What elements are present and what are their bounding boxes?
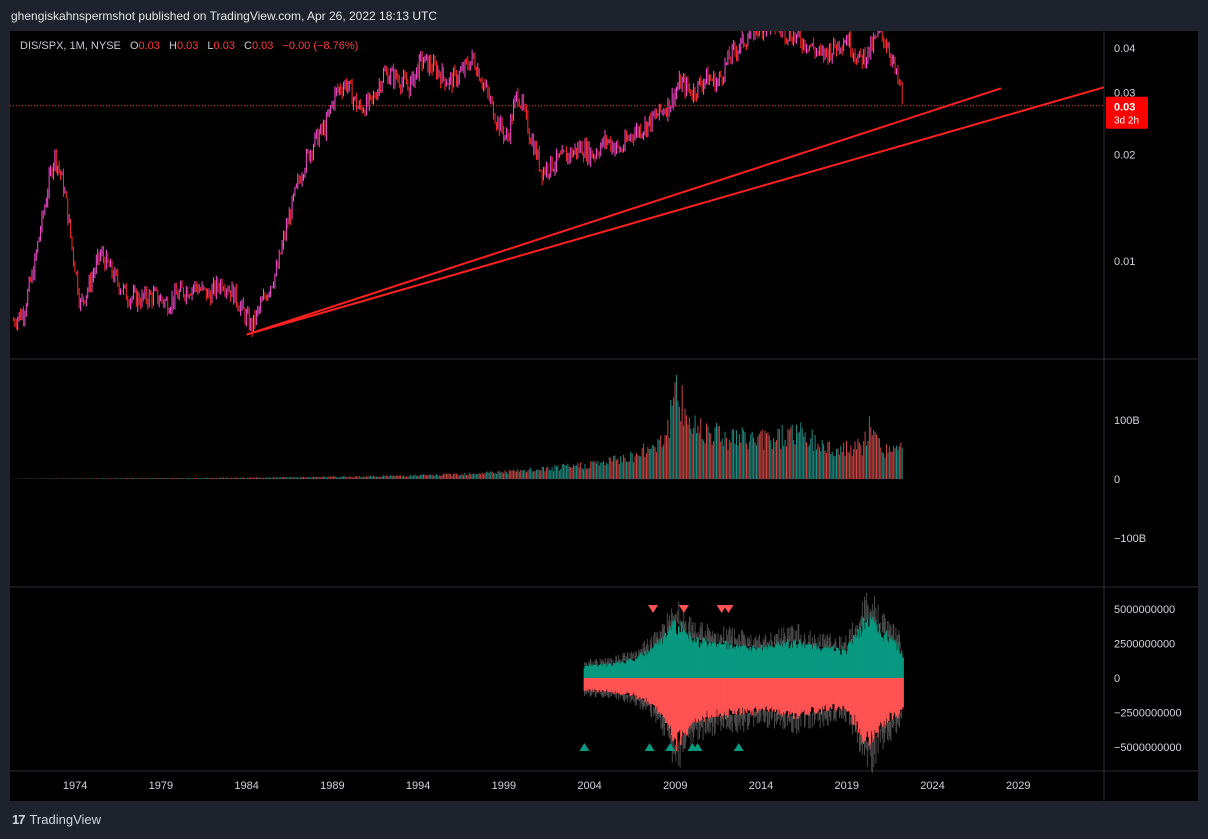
time-tick-label: 2019 [835,780,859,792]
osc-tick-label: −5000000000 [1114,742,1182,754]
chart-canvas[interactable]: 0.04 0.03 0.02 0.01 0.03 3d 2h 100B 0 −100B 50000… [10,31,1198,801]
time-tick-label: 1989 [320,780,344,792]
symbol-legend: DIS/SPX, 1M, NYSE O0.03 H0.03 L0.03 C0.0… [20,40,364,52]
time-tick-label: 1974 [63,780,87,792]
time-tick-label: 2024 [920,780,944,792]
open-label: O [129,40,139,52]
chart-frame[interactable]: 0.04 0.03 0.02 0.01 0.03 3d 2h 100B 0 −100B 50000… [10,31,1198,801]
symbol-label: DIS/SPX, 1M, NYSE [20,40,121,52]
time-tick-label: 1994 [406,780,430,792]
close-value: 0.03 [251,40,274,52]
price-pane[interactable] [10,31,1105,338]
volume-tick-label: 0 [1114,474,1120,486]
buy-signal-marker [579,743,590,751]
open-value: 0.03 [138,40,160,52]
tradingview-logo-icon: 17 [12,812,26,827]
high-label: H [168,40,177,52]
change-value: −0.00 (−8.76%) [282,40,359,52]
brand-name: TradingView [29,812,102,827]
price-tick-label: 0.02 [1114,150,1135,162]
time-tick-label: 1979 [149,780,173,792]
buy-signal-marker [644,743,655,751]
high-value: 0.03 [176,40,199,52]
footer-brand[interactable]: 17 TradingView [12,812,101,827]
osc-tick-label: 5000000000 [1114,604,1175,616]
volume-pane[interactable] [12,374,903,479]
bar-countdown: 3d 2h [1114,116,1139,127]
sell-signal-marker [723,605,734,613]
time-tick-label: 2029 [1006,780,1030,792]
low-label: L [207,40,214,52]
low-value: 0.03 [213,40,235,52]
osc-tick-label: 0 [1114,673,1120,685]
oscillator-pane[interactable] [579,592,904,773]
publisher-line: ghengiskahnspermshot published on Tradin… [11,9,438,23]
close-label: C [244,40,252,52]
last-price-value: 0.03 [1114,102,1135,114]
price-tick-label: 0.04 [1114,43,1135,55]
trendline-1 [246,87,1002,336]
price-tick-label: 0.01 [1114,256,1135,268]
sell-signal-marker [648,605,659,613]
volume-tick-label: 100B [1114,415,1140,427]
volume-tick-label: −100B [1114,533,1146,545]
osc-tick-label: −2500000000 [1114,708,1182,720]
time-tick-label: 2014 [749,780,773,792]
buy-signal-marker [733,743,744,751]
time-tick-label: 2004 [577,780,601,792]
time-tick-label: 1984 [234,780,258,792]
time-tick-label: 1999 [492,780,516,792]
time-tick-label: 2009 [663,780,687,792]
sell-signal-marker [678,605,689,613]
osc-tick-label: 2500000000 [1114,639,1175,651]
trendline-2 [246,86,1105,336]
